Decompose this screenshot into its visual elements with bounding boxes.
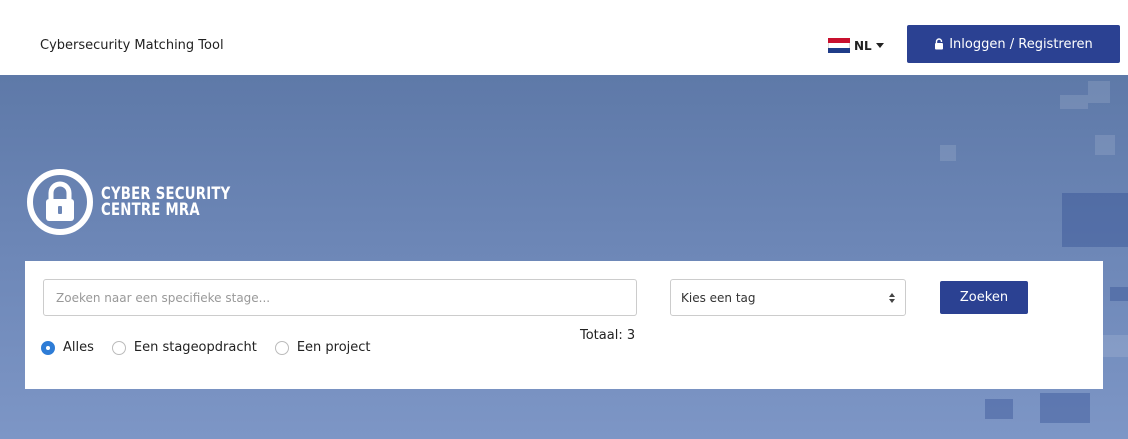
search-panel: Kies een tag Zoeken Totaal: 3 Alles Een … — [25, 261, 1103, 389]
total-count: Totaal: 3 — [580, 328, 636, 343]
language-selector[interactable]: NL — [828, 38, 884, 53]
logo-text: CYBER SECURITY CENTRE MRA — [101, 186, 231, 220]
cyber-security-centre-logo: CYBER SECURITY CENTRE MRA — [25, 167, 267, 237]
filter-label: Een project — [296, 340, 371, 355]
search-button[interactable]: Zoeken — [940, 281, 1028, 314]
hero-pixel-decoration — [1100, 335, 1128, 357]
caret-down-icon — [875, 43, 884, 48]
hero-pixel-decoration — [940, 145, 956, 161]
search-input[interactable] — [43, 279, 637, 316]
hero-pixel-decoration — [1110, 287, 1128, 301]
radio-button[interactable] — [41, 340, 55, 355]
select-arrows-icon — [889, 292, 895, 303]
lock-icon — [935, 38, 944, 50]
filter-option-project[interactable]: Een project — [274, 340, 371, 355]
language-label: NL — [854, 38, 872, 53]
filter-label: Een stageopdracht — [133, 340, 257, 355]
radio-button[interactable] — [111, 340, 126, 355]
hero-pixel-decoration — [1040, 393, 1090, 423]
hero-pixel-decoration — [1062, 193, 1128, 247]
padlock-logo-icon — [27, 169, 93, 235]
filter-option-alles[interactable]: Alles — [41, 340, 94, 355]
hero-banner: CYBER SECURITY CENTRE MRA Kies een tag Z… — [0, 75, 1128, 439]
brand-title[interactable]: Cybersecurity Matching Tool — [40, 38, 224, 53]
tag-select[interactable]: Kies een tag — [670, 279, 906, 316]
flag-nl-icon — [828, 38, 850, 53]
navbar: Cybersecurity Matching Tool NL Inloggen … — [0, 0, 1128, 75]
radio-button[interactable] — [274, 340, 289, 355]
hero-pixel-decoration — [1088, 81, 1110, 103]
logo-line-2: CENTRE MRA — [101, 200, 200, 220]
filter-option-stageopdracht[interactable]: Een stageopdracht — [111, 340, 257, 355]
filter-radio-group: Alles Een stageopdracht Een project — [41, 340, 389, 355]
hero-pixel-decoration — [1095, 135, 1115, 155]
login-register-label: Inloggen / Registreren — [949, 36, 1093, 52]
hero-pixel-decoration — [1060, 95, 1088, 109]
hero-pixel-decoration — [985, 399, 1013, 419]
login-register-button[interactable]: Inloggen / Registreren — [907, 25, 1120, 63]
filter-label: Alles — [63, 340, 94, 355]
tag-select-value: Kies een tag — [681, 290, 756, 305]
